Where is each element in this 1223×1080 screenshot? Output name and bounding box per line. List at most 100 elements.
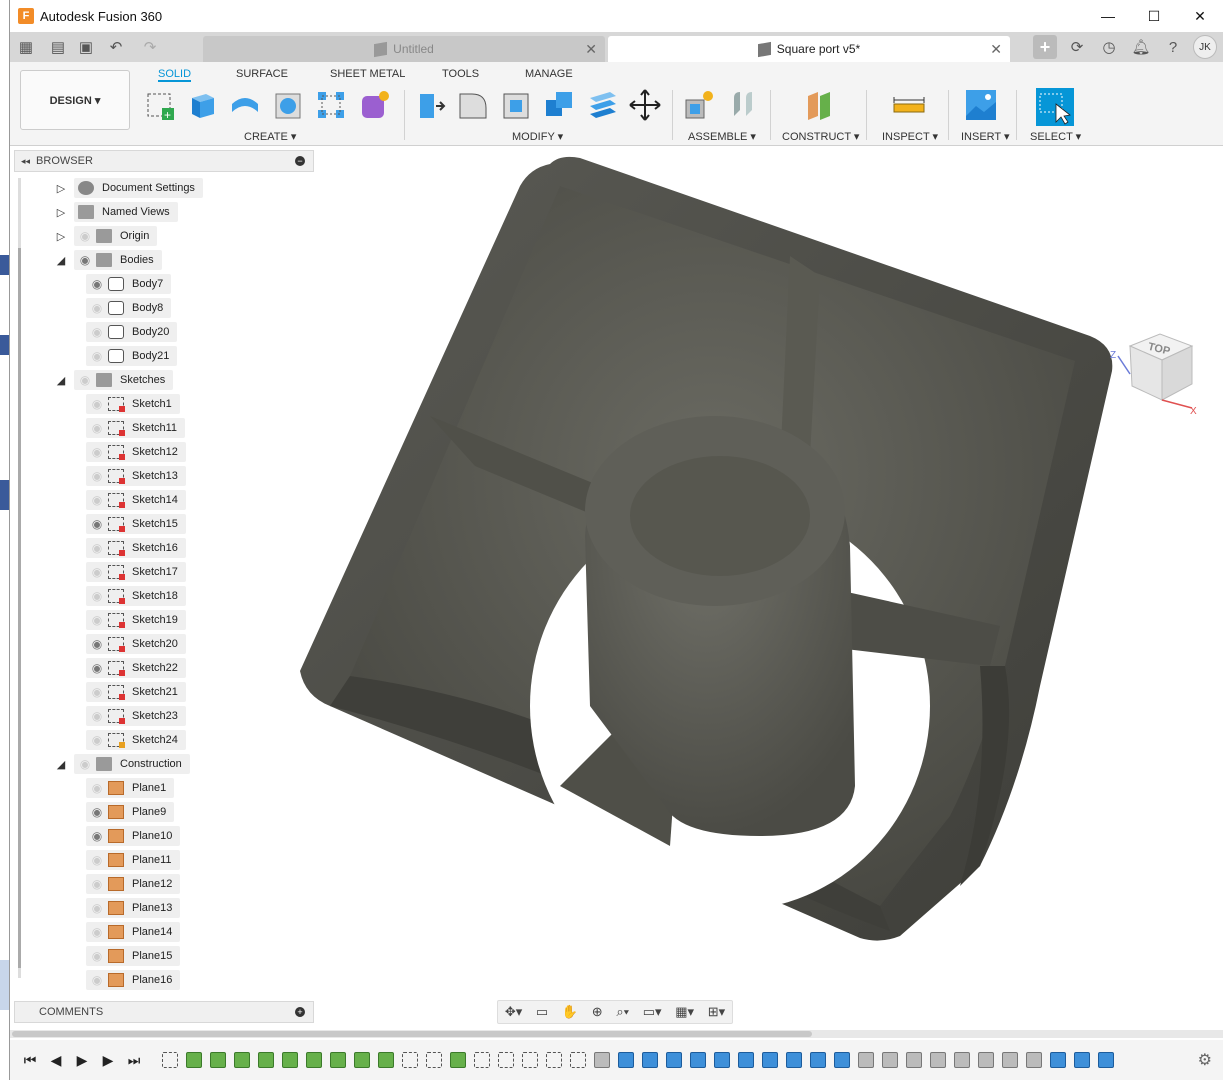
create-form-icon[interactable] xyxy=(358,88,392,122)
tab-tools[interactable]: TOOLS xyxy=(442,68,479,80)
browser-node[interactable]: ◉ Sketch24 xyxy=(86,730,186,750)
browser-node[interactable]: ◉ Sketch23 xyxy=(86,706,186,726)
browser-node-pill[interactable]: ◉ Body8 xyxy=(86,298,172,318)
browser-node-pill[interactable]: ◉ Sketch13 xyxy=(86,466,186,486)
timeline-shell-icon[interactable] xyxy=(978,1052,994,1068)
browser-node[interactable]: ◉ Plane13 xyxy=(86,898,181,918)
timeline-sketch-icon[interactable] xyxy=(426,1052,442,1068)
visibility-eye-icon[interactable]: ◉ xyxy=(86,733,108,747)
visibility-eye-icon[interactable]: ◉ xyxy=(86,709,108,723)
timeline-extrude-icon[interactable] xyxy=(210,1052,226,1068)
visibility-eye-icon[interactable]: ◉ xyxy=(86,325,108,339)
notifications-bell-icon[interactable]: 🔔︎ xyxy=(1129,35,1153,59)
visibility-eye-icon[interactable]: ◉ xyxy=(86,397,108,411)
viewports-icon[interactable]: ⊞▾ xyxy=(708,1004,725,1020)
timeline-sketch-icon[interactable] xyxy=(570,1052,586,1068)
redo-icon[interactable]: ↷ xyxy=(138,35,162,59)
tab-untitled[interactable]: Untitled ✕ xyxy=(203,36,605,62)
browser-node[interactable]: ◉ Sketch11 xyxy=(86,418,186,438)
timeline-combine-icon[interactable] xyxy=(930,1052,946,1068)
browser-scrollbar[interactable] xyxy=(18,178,21,978)
timeline-extrude-icon[interactable] xyxy=(378,1052,394,1068)
add-comment-plus-icon[interactable]: + xyxy=(295,1007,305,1017)
maximize-button[interactable]: ☐ xyxy=(1131,0,1177,32)
timeline-fillet-icon[interactable] xyxy=(810,1052,826,1068)
browser-node[interactable]: ◉ Plane10 xyxy=(86,826,181,846)
shell-icon[interactable] xyxy=(500,88,534,122)
go-to-start-icon[interactable]: ⏮ xyxy=(18,1052,42,1069)
play-icon[interactable]: ▶ xyxy=(70,1052,94,1069)
browser-node[interactable]: ◉ Sketch13 xyxy=(86,466,186,486)
data-panel-grid-icon[interactable]: ▦ xyxy=(14,35,38,59)
tab-surface[interactable]: SURFACE xyxy=(236,68,288,80)
browser-node-pill[interactable]: ◉ Plane13 xyxy=(86,898,181,918)
browser-node[interactable]: ◉ Body8 xyxy=(86,298,172,318)
timeline-combine-icon[interactable] xyxy=(882,1052,898,1068)
browser-node[interactable]: ◉ Body7 xyxy=(86,274,172,294)
visibility-eye-icon[interactable]: ◉ xyxy=(86,901,108,915)
timeline-sketch-icon[interactable] xyxy=(162,1052,178,1068)
tab-close-icon[interactable]: ✕ xyxy=(585,41,597,58)
browser-node[interactable]: ◢ ◉ Sketches xyxy=(54,370,174,390)
joint-icon[interactable] xyxy=(726,88,760,122)
visibility-eye-icon[interactable]: ◉ xyxy=(74,229,96,243)
browser-node-pill[interactable]: ◉ Body21 xyxy=(86,346,178,366)
browser-node-pill[interactable]: ◉ Sketch14 xyxy=(86,490,186,510)
file-menu-icon[interactable]: ▤ xyxy=(46,35,70,59)
collapse-arrow-icon[interactable]: ◢ xyxy=(54,254,68,267)
browser-node-pill[interactable]: ◉ Plane15 xyxy=(86,946,181,966)
timeline-extrude-icon[interactable] xyxy=(234,1052,250,1068)
tab-manage[interactable]: MANAGE xyxy=(525,68,573,80)
expand-arrow-icon[interactable]: ▷ xyxy=(54,206,68,219)
browser-node-pill[interactable]: ◉ Construction xyxy=(74,754,190,774)
insert-image-icon[interactable] xyxy=(964,88,998,122)
browser-node-pill[interactable]: ◉ Sketch1 xyxy=(86,394,180,414)
combine-icon[interactable] xyxy=(542,88,576,122)
visibility-eye-icon[interactable]: ◉ xyxy=(86,613,108,627)
browser-node-pill[interactable]: ◉ Sketch17 xyxy=(86,562,186,582)
timeline-scrollbar[interactable] xyxy=(10,1030,1223,1038)
browser-node[interactable]: ◉ Plane14 xyxy=(86,922,181,942)
minimize-button[interactable]: — xyxy=(1085,0,1131,32)
visibility-eye-icon[interactable]: ◉ xyxy=(86,925,108,939)
visibility-eye-icon[interactable]: ◉ xyxy=(86,805,108,819)
visibility-eye-icon[interactable]: ◉ xyxy=(86,973,108,987)
browser-node[interactable]: ▷ Document Settings xyxy=(54,178,203,198)
create-group-label[interactable]: CREATE ▾ xyxy=(244,130,296,143)
insert-group-label[interactable]: INSERT ▾ xyxy=(961,130,1010,143)
modify-group-label[interactable]: MODIFY ▾ xyxy=(512,130,563,143)
timeline-shell-icon[interactable] xyxy=(906,1052,922,1068)
timeline-sketch-icon[interactable] xyxy=(498,1052,514,1068)
timeline-extrude-icon[interactable] xyxy=(354,1052,370,1068)
visibility-eye-icon[interactable]: ◉ xyxy=(86,541,108,555)
timeline-pattern-icon[interactable] xyxy=(1074,1052,1090,1068)
browser-node-pill[interactable]: ◉ Sketches xyxy=(74,370,174,390)
browser-node[interactable]: ◉ Body20 xyxy=(86,322,178,342)
timeline-sketch-icon[interactable] xyxy=(402,1052,418,1068)
collapse-panel-icon[interactable]: ◂◂ xyxy=(21,156,30,167)
visibility-eye-icon[interactable]: ◉ xyxy=(86,877,108,891)
go-to-end-icon[interactable]: ⏭ xyxy=(122,1052,146,1069)
tab-solid[interactable]: SOLID xyxy=(158,68,192,82)
timeline-fillet-icon[interactable] xyxy=(618,1052,634,1068)
visibility-eye-icon[interactable]: ◉ xyxy=(86,421,108,435)
extrude-icon[interactable] xyxy=(186,88,220,122)
help-icon[interactable]: ? xyxy=(1161,35,1185,59)
browser-node[interactable]: ◉ Sketch19 xyxy=(86,610,186,630)
workspace-switcher[interactable]: DESIGN ▾ xyxy=(20,70,130,130)
offset-face-icon[interactable] xyxy=(586,88,620,122)
comments-panel[interactable]: COMMENTS + xyxy=(14,1001,314,1023)
browser-node-pill[interactable]: ◉ Sketch15 xyxy=(86,514,186,534)
browser-node[interactable]: ◢ ◉ Construction xyxy=(54,754,190,774)
timeline-extrude-icon[interactable] xyxy=(258,1052,274,1068)
browser-node-pill[interactable]: ◉ Sketch22 xyxy=(86,658,186,678)
browser-node-pill[interactable]: ◉ Sketch23 xyxy=(86,706,186,726)
browser-node[interactable]: ◉ Sketch15 xyxy=(86,514,186,534)
browser-node[interactable]: ◉ Sketch12 xyxy=(86,442,186,462)
visibility-eye-icon[interactable]: ◉ xyxy=(86,829,108,843)
visibility-eye-icon[interactable]: ◉ xyxy=(86,637,108,651)
visibility-eye-icon[interactable]: ◉ xyxy=(86,853,108,867)
browser-node-pill[interactable]: ◉ Plane11 xyxy=(86,850,180,870)
timeline-settings-gear-icon[interactable]: ⚙ xyxy=(1198,1050,1212,1070)
browser-node[interactable]: ◉ Sketch14 xyxy=(86,490,186,510)
